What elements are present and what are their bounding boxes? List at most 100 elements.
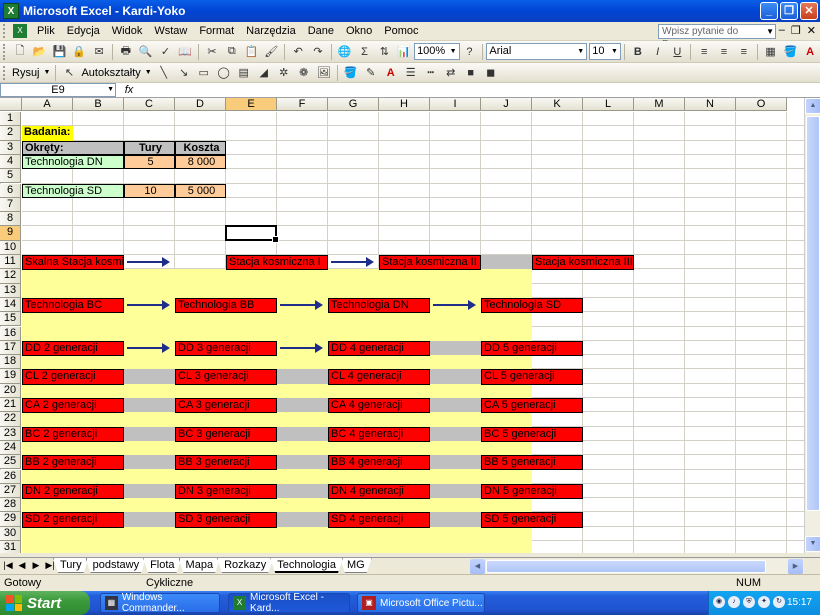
column-header-e[interactable]: E <box>226 98 277 111</box>
column-header-m[interactable]: M <box>634 98 685 111</box>
row-header-17[interactable]: 17 <box>0 340 21 356</box>
row-header-6[interactable]: 6 <box>0 183 21 198</box>
menu-edit[interactable]: Edycja <box>61 25 106 37</box>
taskbar-item-office-picture[interactable]: ▣ Microsoft Office Pictu... <box>357 593 485 613</box>
textbox-icon[interactable]: ▤ <box>235 64 253 82</box>
station-box[interactable]: Skalna Stacja kosmiczna <box>22 255 124 271</box>
scroll-left-icon[interactable]: ◀ <box>470 559 485 574</box>
technology-box[interactable]: Technologia BB <box>175 297 277 314</box>
column-header-l[interactable]: L <box>583 98 634 111</box>
row-header-28[interactable]: 28 <box>0 498 21 513</box>
column-header-i[interactable]: I <box>430 98 481 111</box>
autoshapes-menu-button[interactable]: Autokształty <box>79 67 142 79</box>
row-header-12[interactable]: 12 <box>0 269 21 284</box>
technology-box[interactable]: Technologia BC <box>22 297 124 314</box>
last-sheet-icon[interactable]: ▶| <box>44 560 56 571</box>
generation-box-sd[interactable]: SD 3 generacji <box>175 512 277 528</box>
zoom-select[interactable]: 100% ▼ <box>414 43 460 60</box>
row-header-8[interactable]: 8 <box>0 212 21 227</box>
align-right-icon[interactable]: ≡ <box>735 43 753 61</box>
save-icon[interactable]: 💾 <box>51 43 69 61</box>
row-header-9[interactable]: 9 <box>0 226 21 241</box>
cell-d3[interactable]: Koszta <box>175 140 226 155</box>
row-header-26[interactable]: 26 <box>0 469 21 484</box>
sheet-tab-flota[interactable]: Flota <box>143 558 181 573</box>
menu-insert[interactable]: Wstaw <box>148 25 193 37</box>
generation-box-bb[interactable]: BB 5 generacji <box>481 455 583 471</box>
horizontal-scrollbar[interactable]: ◀ ▶ <box>470 559 804 574</box>
generation-box-dd[interactable]: DD 5 generacji <box>481 340 583 357</box>
align-left-icon[interactable]: ≡ <box>695 43 713 61</box>
scroll-right-icon[interactable]: ▶ <box>788 559 803 574</box>
row-header-1[interactable]: 1 <box>0 112 21 127</box>
rectangle-icon[interactable]: ▭ <box>195 64 213 82</box>
cell-a2[interactable]: Badania: <box>22 126 73 141</box>
start-button[interactable]: Start <box>0 591 90 615</box>
clipart-icon[interactable]: ❁ <box>295 64 313 82</box>
print-preview-icon[interactable]: 🔍 <box>137 43 155 61</box>
email-icon[interactable]: ✉ <box>90 43 108 61</box>
document-icon[interactable]: X <box>13 24 27 38</box>
generation-box-sd[interactable]: SD 5 generacji <box>481 512 583 528</box>
sheet-tab-rozkazy[interactable]: Rozkazy <box>217 558 273 573</box>
row-header-29[interactable]: 29 <box>0 512 21 527</box>
row-header-27[interactable]: 27 <box>0 483 21 499</box>
cell-d4[interactable]: 8 000 <box>175 154 226 170</box>
chevron-down-icon[interactable]: ▼ <box>143 69 154 76</box>
generation-box-cl[interactable]: CL 2 generacji <box>22 369 124 385</box>
redo-icon[interactable]: ↷ <box>309 43 327 61</box>
fill-color-icon[interactable]: 🪣 <box>781 43 799 61</box>
help-search-input[interactable]: Wpisz pytanie do Pomocy ▼ <box>658 24 776 50</box>
toolbar-grip[interactable] <box>3 24 7 38</box>
font-color-icon[interactable]: A <box>801 43 819 61</box>
chevron-down-icon[interactable]: ▼ <box>107 84 114 96</box>
menu-help[interactable]: Pomoc <box>378 25 424 37</box>
sheet-tab-podstawy[interactable]: podstawy <box>86 558 146 573</box>
font-size-select[interactable]: 10 ▼ <box>589 43 621 60</box>
name-box[interactable]: E9 ▼ <box>0 83 116 97</box>
row-header-25[interactable]: 25 <box>0 455 21 470</box>
generation-box-ca[interactable]: CA 2 generacji <box>22 398 124 414</box>
chevron-down-icon[interactable]: ▼ <box>448 44 459 59</box>
cell-c4[interactable]: 5 <box>124 154 175 170</box>
generation-box-bb[interactable]: BB 2 generacji <box>22 455 124 471</box>
autosum-icon[interactable]: Σ <box>356 43 374 61</box>
row-header-22[interactable]: 22 <box>0 412 21 427</box>
chevron-down-icon[interactable]: ▼ <box>575 44 586 59</box>
row-header-10[interactable]: 10 <box>0 240 21 255</box>
station-box[interactable]: Stacja kosmiczna I <box>226 255 328 271</box>
active-cell-selection[interactable] <box>225 225 279 244</box>
wordart-icon[interactable]: ◢ <box>255 64 273 82</box>
3d-icon[interactable]: ◼ <box>482 64 500 82</box>
research-icon[interactable]: 📖 <box>176 43 194 61</box>
row-header-2[interactable]: 2 <box>0 126 21 141</box>
menu-window[interactable]: Okno <box>340 25 378 37</box>
format-painter-icon[interactable]: 🖌 <box>263 43 281 61</box>
scroll-thumb[interactable] <box>486 560 766 573</box>
copy-icon[interactable]: ⧉ <box>223 43 241 61</box>
line-style-icon[interactable]: ☰ <box>402 64 420 82</box>
close-button[interactable]: ✕ <box>800 2 818 20</box>
sheet-tab-mapa[interactable]: Mapa <box>179 558 221 573</box>
spelling-icon[interactable]: ✓ <box>157 43 175 61</box>
print-icon[interactable]: 🖶 <box>117 43 135 61</box>
generation-box-dd[interactable]: DD 4 generacji <box>328 340 430 357</box>
generation-box-dn[interactable]: DN 4 generacji <box>328 483 430 500</box>
sheet-tab-technologia[interactable]: Technologia <box>270 558 343 573</box>
tray-volume-icon[interactable]: ♪ <box>728 596 740 608</box>
cell-a6[interactable]: Technologia SD <box>22 183 124 198</box>
cell-a4[interactable]: Technologia DN <box>22 154 124 170</box>
tray-security-icon[interactable]: ⛨ <box>743 596 755 608</box>
italic-button[interactable]: I <box>649 43 667 61</box>
generation-box-cl[interactable]: CL 3 generacji <box>175 369 277 385</box>
arrow-style-icon[interactable]: ⇄ <box>442 64 460 82</box>
column-header-a[interactable]: A <box>22 98 73 111</box>
chevron-down-icon[interactable]: ▼ <box>42 69 53 76</box>
taskbar-item-excel[interactable]: X Microsoft Excel - Kard... <box>228 592 350 614</box>
generation-box-dd[interactable]: DD 2 generacji <box>22 340 124 357</box>
generation-box-bc[interactable]: BC 3 generacji <box>175 426 277 442</box>
row-header-5[interactable]: 5 <box>0 169 21 184</box>
row-header-11[interactable]: 11 <box>0 255 21 270</box>
permission-icon[interactable]: 🔒 <box>70 43 88 61</box>
hyperlink-icon[interactable]: 🌐 <box>336 43 354 61</box>
